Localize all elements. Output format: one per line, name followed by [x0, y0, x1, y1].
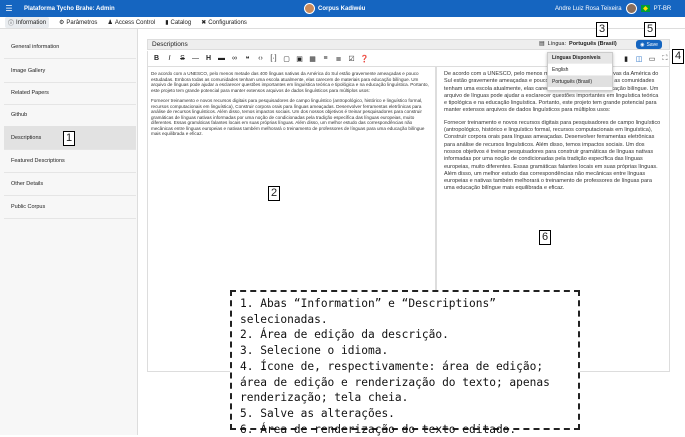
sidebar-item-label: Github	[11, 111, 28, 118]
editor-paragraph-1: De acordo com a UNESCO, pelo menos metad…	[151, 71, 429, 93]
horizontal-rule-icon[interactable]: —	[189, 55, 202, 62]
sidebar-item-label: Descriptions	[11, 134, 42, 141]
user-avatar[interactable]	[625, 3, 637, 14]
sidebar-item-github[interactable]: Github	[4, 103, 136, 127]
main-tabs: ⓘ Information ⚙ Parâmetros ♟ Access Cont…	[0, 17, 685, 29]
strikethrough-icon[interactable]: S	[176, 55, 189, 62]
language-option-english[interactable]: English	[548, 63, 612, 75]
brazil-flag-icon[interactable]	[640, 5, 650, 12]
info-icon: ⓘ	[8, 21, 15, 27]
save-button[interactable]: ◉ Save	[636, 40, 662, 49]
save-label: Save	[646, 41, 658, 48]
tab-label: Configurations	[208, 19, 247, 26]
tab-label: Parâmetros	[66, 19, 98, 26]
sidebar-item-related-papers[interactable]: Related Papers	[4, 81, 136, 105]
instructions-legend: 1. Abas “Information” e “Descriptions” s…	[230, 290, 580, 436]
language-code[interactable]: PT-BR	[654, 6, 672, 12]
user-name[interactable]: Andre Luiz Rosa Teixeira	[555, 6, 622, 12]
language-dropdown: Línguas Disponíveis English Português (B…	[547, 52, 613, 91]
top-app-bar: ☰ Plataforma Tycho Brahe: Admin Corpus K…	[0, 0, 685, 17]
fullscreen-icon[interactable]: ⛶	[660, 55, 670, 63]
sidebar-item-other-details[interactable]: Other Details	[4, 172, 136, 196]
sidebar-item-label: Image Gallery	[11, 67, 46, 74]
marker-1: 1	[63, 131, 75, 146]
edit-mode-icon[interactable]: ▮	[621, 55, 631, 63]
code-icon[interactable]: ‹›	[254, 55, 267, 62]
save-icon: ◉	[640, 41, 645, 48]
link-icon[interactable]: ∞	[228, 55, 241, 62]
sidebar-item-label: Featured Descriptions	[11, 157, 65, 164]
tab-access-control[interactable]: ♟ Access Control	[107, 19, 156, 27]
language-option-portugues[interactable]: Português (Brasil)	[548, 75, 612, 87]
split-mode-icon[interactable]: ◫	[634, 55, 644, 63]
app-title: Plataforma Tycho Brahe: Admin	[24, 5, 115, 12]
sidebar-item-label: Other Details	[11, 180, 44, 187]
tab-catalog[interactable]: ▮ Catalog	[165, 19, 192, 27]
sidebar-item-general-information[interactable]: General information	[4, 35, 136, 59]
sidebar-item-featured-descriptions[interactable]: Featured Descriptions	[4, 149, 136, 173]
settings-icon: ⚙	[59, 20, 65, 26]
corpus-avatar	[304, 3, 315, 14]
tab-information[interactable]: ⓘ Information	[5, 17, 50, 28]
ordered-list-icon[interactable]: ≣	[332, 55, 345, 63]
quote-icon[interactable]: ❝	[241, 55, 254, 63]
image-icon[interactable]: ▣	[293, 55, 306, 63]
unordered-list-icon[interactable]: ≡	[319, 55, 332, 62]
legend-item-1: 1. Abas “Information” e “Descriptions” s…	[240, 297, 496, 326]
tab-label: Catalog	[170, 19, 192, 26]
preview-mode-icon[interactable]: ▭	[647, 55, 657, 63]
bold-icon[interactable]: B	[150, 55, 163, 62]
marker-3: 3	[596, 22, 608, 37]
marker-5: 5	[644, 22, 656, 37]
tab-label: Access Control	[114, 19, 156, 26]
sidebar-item-image-gallery[interactable]: Image Gallery	[4, 59, 136, 83]
sidebar-item-public-corpus[interactable]: Public Corpus	[4, 195, 136, 219]
lingua-label: Língua:	[547, 40, 567, 47]
marker-2: 2	[268, 186, 280, 201]
sidebar: General information Image Gallery Relate…	[0, 29, 138, 435]
user-area: Andre Luiz Rosa Teixeira PT-BR	[555, 3, 671, 14]
sidebar-item-label: Public Corpus	[11, 203, 46, 210]
checklist-icon[interactable]: ☑	[345, 55, 358, 63]
tab-parametros[interactable]: ⚙ Parâmetros	[59, 19, 98, 27]
lingua-value: Português (Brasil)	[569, 40, 617, 47]
editor-title: Descriptions	[152, 41, 188, 48]
legend-item-4: 4. Ícone de, respectivamente: área de ed…	[240, 359, 550, 405]
comment-icon[interactable]: ▢	[280, 55, 293, 63]
preview-paragraph-2: Fornecer treinamento e novos recursos di…	[444, 119, 661, 192]
marker-4: 4	[672, 49, 684, 64]
corpus-name: Corpus Kadiwéu	[318, 5, 366, 12]
code-block-icon[interactable]: [·]	[267, 55, 280, 62]
legend-item-5: 5. Salve as alterações.	[240, 406, 395, 420]
dropdown-header: Línguas Disponíveis	[548, 53, 612, 63]
tab-label: Information	[16, 19, 47, 26]
translate-icon: ▤	[539, 41, 545, 47]
marker-6: 6	[539, 230, 551, 245]
sidebar-item-label: General information	[11, 43, 60, 50]
table-icon[interactable]: ▦	[306, 55, 319, 63]
tools-icon: ✖	[201, 20, 207, 26]
corpus-selector[interactable]: Corpus Kadiwéu	[304, 3, 365, 14]
tab-configurations[interactable]: ✖ Configurations	[201, 19, 247, 27]
hr-icon[interactable]: ▬	[215, 55, 228, 62]
heading-icon[interactable]: H	[202, 55, 215, 62]
italic-icon[interactable]: I	[163, 55, 176, 62]
legend-item-3: 3. Selecione o idioma.	[240, 344, 389, 358]
editor-paragraph-2: Fornecer treinamento e novos recursos di…	[151, 98, 425, 136]
book-icon: ▮	[165, 20, 169, 26]
help-icon[interactable]: ❓	[358, 55, 371, 63]
language-selector[interactable]: ▤ Língua: Português (Brasil)	[539, 40, 617, 48]
sidebar-item-label: Related Papers	[11, 89, 49, 96]
people-icon: ♟	[107, 20, 113, 26]
legend-item-2: 2. Área de edição da descrição.	[240, 328, 449, 342]
menu-icon[interactable]: ☰	[4, 4, 14, 13]
view-mode-buttons: ▮ ◫ ▭ ⛶	[621, 55, 670, 63]
